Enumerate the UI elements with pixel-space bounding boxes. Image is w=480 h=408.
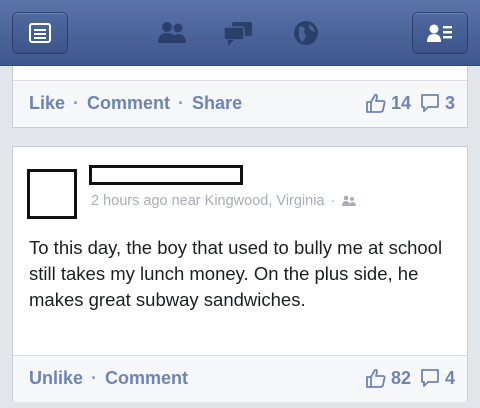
story-counts[interactable]: 14 3 — [365, 92, 455, 114]
messages-button[interactable] — [218, 14, 258, 52]
like-count: 14 — [390, 92, 411, 113]
post-timestamp-location[interactable]: 2 hours ago near Kingwood, Virginia — [91, 193, 325, 209]
post-actions: Unlike · Comment — [29, 368, 188, 389]
menu-button[interactable] — [12, 12, 68, 54]
separator-dot: · — [330, 193, 336, 209]
post-counts[interactable]: 82 4 — [365, 367, 455, 389]
unlike-link[interactable]: Unlike — [29, 368, 83, 389]
status-story-card: 2 hours ago near Kingwood, Virginia · To… — [12, 146, 468, 402]
top-navigation-bar — [0, 0, 480, 66]
comment-bubble-icon — [421, 369, 439, 387]
separator-dot: · — [178, 93, 185, 113]
messages-icon — [223, 22, 252, 46]
thumbs-up-icon — [366, 368, 386, 388]
story-actions: Like · Comment · Share — [29, 93, 242, 114]
story-action-row: Like · Comment · Share 14 3 — [13, 81, 467, 127]
post-meta: 2 hours ago near Kingwood, Virginia · — [91, 193, 357, 209]
comment-count: 3 — [444, 92, 455, 113]
notifications-button[interactable] — [286, 14, 326, 52]
separator-dot: · — [73, 93, 80, 113]
comment-count: 4 — [444, 367, 455, 388]
contacts-icon — [427, 24, 452, 42]
friend-requests-icon — [158, 22, 186, 43]
audience-friends-icon — [342, 195, 357, 206]
avatar[interactable] — [27, 169, 77, 219]
thumbs-up-icon — [366, 93, 386, 113]
previous-story-card: Like · Comment · Share 14 3 — [12, 66, 468, 128]
share-link[interactable]: Share — [192, 93, 242, 114]
contacts-button[interactable] — [412, 12, 468, 54]
comment-link[interactable]: Comment — [87, 93, 170, 114]
like-count: 82 — [390, 367, 411, 388]
post-body-text: To this day, the boy that used to bully … — [29, 237, 443, 310]
friend-requests-button[interactable] — [152, 14, 192, 52]
menu-icon — [29, 23, 51, 43]
comment-bubble-icon — [421, 94, 439, 112]
notifications-globe-icon — [294, 21, 318, 45]
like-link[interactable]: Like — [29, 93, 65, 114]
comment-link[interactable]: Comment — [105, 368, 188, 389]
separator-dot: · — [91, 368, 98, 388]
post-action-row: Unlike · Comment 82 4 — [13, 356, 467, 402]
author-name-redacted[interactable] — [89, 165, 243, 185]
